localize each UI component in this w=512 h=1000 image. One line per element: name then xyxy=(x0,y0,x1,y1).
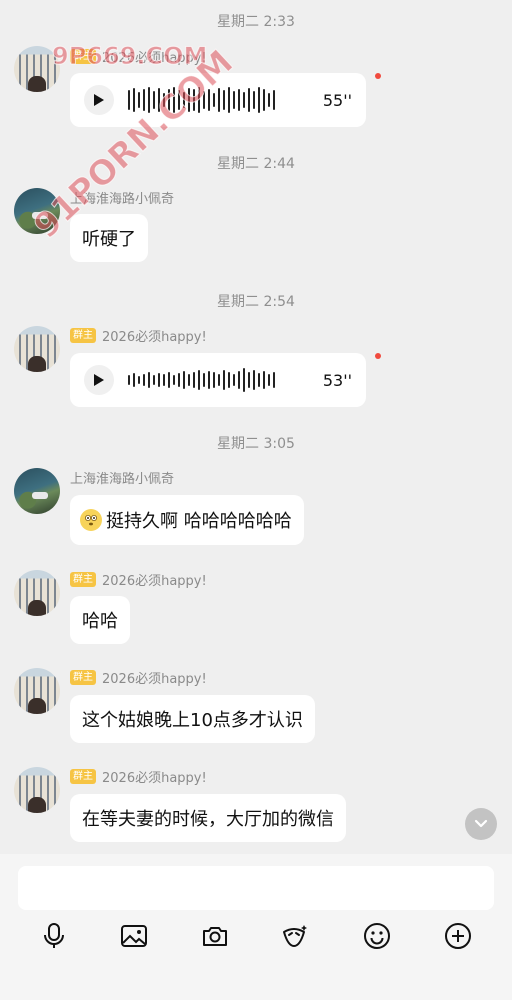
unread-dot xyxy=(375,73,381,79)
owner-badge: 群主 xyxy=(70,571,96,587)
waveform xyxy=(128,85,275,115)
owner-badge: 群主 xyxy=(70,669,96,685)
image-icon xyxy=(121,925,147,947)
voice-message[interactable]: 53'' xyxy=(70,353,366,407)
sender-line: 群主 2026必须happy! xyxy=(70,326,207,345)
waveform xyxy=(128,365,275,395)
avatar[interactable] xyxy=(14,468,60,514)
message-text: 这个姑娘晚上10点多才认识 xyxy=(82,710,303,731)
avatar[interactable] xyxy=(14,326,60,372)
sender-name: 2026必须happy! xyxy=(102,770,207,786)
emoji-button[interactable] xyxy=(359,918,395,954)
camera-icon xyxy=(203,927,227,946)
play-icon[interactable] xyxy=(84,85,114,115)
timestamp: 星期二 2:44 xyxy=(217,156,295,172)
voice-duration: 55'' xyxy=(322,90,352,110)
message-text: 哈哈 xyxy=(82,611,118,632)
sender-name: 上海淮海路小佩奇 xyxy=(70,191,175,207)
play-icon[interactable] xyxy=(84,365,114,395)
owner-badge: 群主 xyxy=(70,327,96,343)
avatar[interactable] xyxy=(14,668,60,714)
plus-button[interactable] xyxy=(440,918,476,954)
avatar[interactable] xyxy=(14,188,60,234)
sender-line: 群主 2026必须happy! xyxy=(70,767,207,786)
timestamp: 星期二 2:54 xyxy=(217,294,295,310)
text-message[interactable]: 这个姑娘晚上10点多才认识 xyxy=(70,695,315,743)
avatar[interactable] xyxy=(14,767,60,813)
timestamp: 星期二 2:33 xyxy=(217,14,295,30)
sticker-button[interactable] xyxy=(277,918,313,954)
sender-line: 群主 2026必须happy! xyxy=(70,668,207,687)
voice-duration: 53'' xyxy=(322,370,352,390)
text-message[interactable]: 听硬了 xyxy=(70,214,148,262)
sender-line: 上海淮海路小佩奇 xyxy=(70,188,175,207)
microphone-icon xyxy=(44,923,64,948)
unread-dot xyxy=(375,353,381,359)
sticker-icon xyxy=(283,925,307,947)
text-message[interactable]: 挺持久啊 哈哈哈哈哈哈 xyxy=(70,495,304,545)
text-message[interactable]: 在等夫妻的时候，大厅加的微信 xyxy=(70,794,346,842)
voice-message[interactable]: 55'' xyxy=(70,73,366,127)
avatar[interactable] xyxy=(14,570,60,616)
message-text: 听硬了 xyxy=(82,229,136,250)
message-input[interactable] xyxy=(18,866,494,910)
owner-badge: 群主 xyxy=(70,768,96,784)
sender-line: 群主 2026必须happy! xyxy=(70,47,207,66)
emoji-icon xyxy=(364,923,390,949)
image-button[interactable] xyxy=(116,918,152,954)
sender-line: 上海淮海路小佩奇 xyxy=(70,468,175,487)
sender-name: 上海淮海路小佩奇 xyxy=(70,471,175,487)
message-text: 在等夫妻的时候，大厅加的微信 xyxy=(82,809,334,830)
sender-name: 2026必须happy! xyxy=(102,671,207,687)
flushed-face-icon xyxy=(80,509,102,531)
chevron-down-icon xyxy=(474,819,488,828)
sender-line: 群主 2026必须happy! xyxy=(70,570,207,589)
timestamp: 星期二 3:05 xyxy=(217,436,295,452)
scroll-down-button[interactable] xyxy=(465,808,497,840)
plus-icon xyxy=(445,923,471,949)
avatar[interactable] xyxy=(14,46,60,92)
message-text: 挺持久啊 哈哈哈哈哈哈 xyxy=(106,511,292,532)
microphone-button[interactable] xyxy=(36,918,72,954)
sender-name: 2026必须happy! xyxy=(102,329,207,345)
owner-badge: 群主 xyxy=(70,48,96,64)
text-message[interactable]: 哈哈 xyxy=(70,596,130,644)
camera-button[interactable] xyxy=(197,918,233,954)
sender-name: 2026必须happy! xyxy=(102,50,207,66)
sender-name: 2026必须happy! xyxy=(102,573,207,589)
